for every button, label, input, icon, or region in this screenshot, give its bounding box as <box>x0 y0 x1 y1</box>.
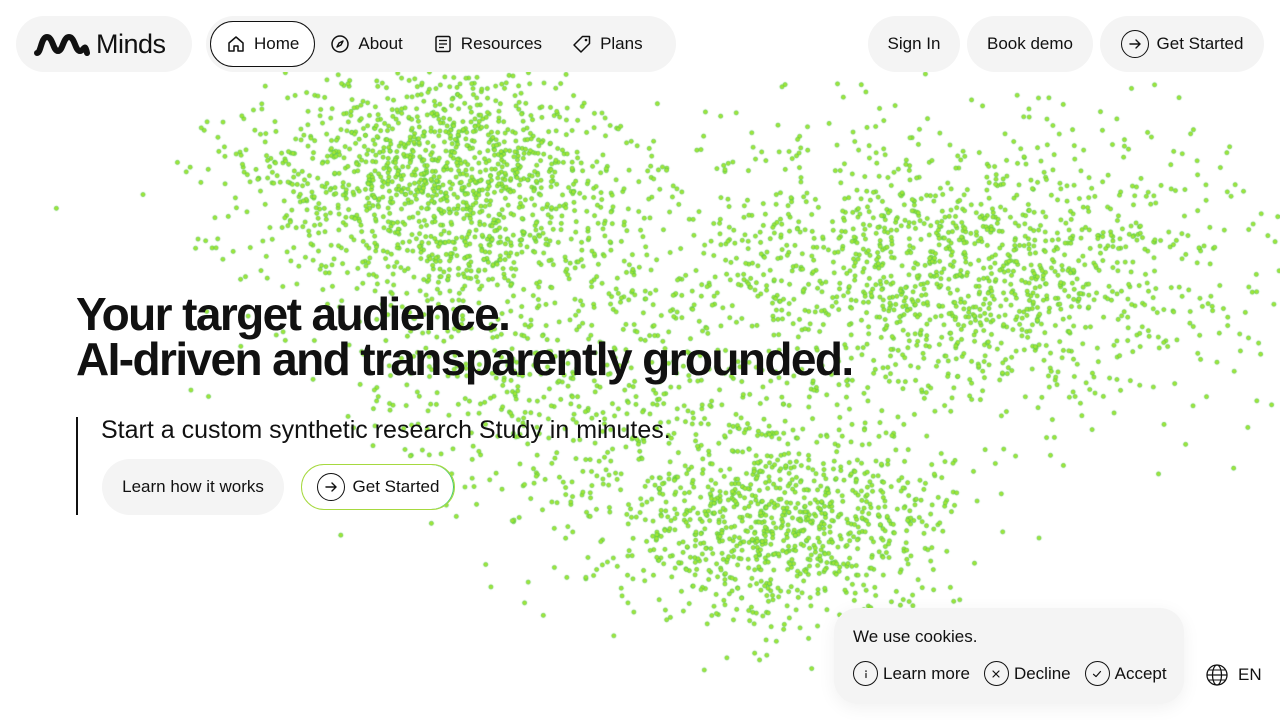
cookie-accept-button[interactable]: Accept <box>1084 661 1167 686</box>
cookie-banner: We use cookies. Learn more Decline Accep… <box>834 608 1184 704</box>
hero-title-line-2: AI-driven and transparently grounded. <box>76 333 854 385</box>
nav-item-plans[interactable]: Plans <box>557 21 658 67</box>
info-icon <box>853 661 878 686</box>
cookie-decline-label: Decline <box>1013 663 1071 683</box>
arrow-right-icon <box>1120 30 1149 58</box>
nav-item-home[interactable]: Home <box>210 21 316 67</box>
cookie-learn-more-button[interactable]: Learn more <box>853 661 970 686</box>
tag-icon <box>573 35 591 53</box>
learn-how-it-works-button[interactable]: Learn how it works <box>102 459 284 515</box>
hero-get-started-button[interactable]: Get Started <box>301 464 455 510</box>
language-label: EN <box>1238 665 1262 684</box>
brand-name: Minds <box>96 28 166 59</box>
hero-title: Your target audience. AI-driven and tran… <box>76 288 854 385</box>
get-started-label: Get Started <box>1156 34 1244 53</box>
hero-title-line-1: Your target audience. <box>76 288 511 340</box>
logo[interactable]: Minds <box>16 16 192 72</box>
nav-item-label: Plans <box>600 34 643 53</box>
home-icon <box>228 36 244 52</box>
sign-in-button[interactable]: Sign In <box>868 16 960 72</box>
close-icon <box>983 661 1009 686</box>
arrow-right-icon <box>316 473 345 501</box>
cookie-decline-button[interactable]: Decline <box>983 661 1071 686</box>
nav-item-label: Resources <box>460 34 543 53</box>
book-demo-button[interactable]: Book demo <box>967 16 1093 72</box>
nav-item-label: Home <box>254 34 300 53</box>
hero-subtitle: Start a custom synthetic research Study … <box>101 416 671 444</box>
compass-icon <box>331 35 350 53</box>
nav-item-about[interactable]: About <box>315 21 417 67</box>
cookie-accept-label: Accept <box>1114 663 1167 683</box>
globe-icon <box>1206 664 1228 686</box>
language-selector[interactable]: EN <box>1205 663 1262 687</box>
cookie-message: We use cookies. <box>853 627 978 646</box>
get-started-label: Get Started <box>352 477 440 496</box>
cookie-learn-more-label: Learn more <box>883 663 970 683</box>
main-nav: Home About Resources Plans <box>206 16 676 72</box>
nav-item-label: About <box>358 34 403 53</box>
header-get-started-button[interactable]: Get Started <box>1100 16 1264 72</box>
minds-logo-icon <box>34 34 90 56</box>
cookie-actions: Learn more Decline Accept <box>853 661 1181 686</box>
hero-divider <box>76 417 78 515</box>
document-icon <box>435 35 451 53</box>
check-icon <box>1084 661 1110 686</box>
nav-item-resources[interactable]: Resources <box>418 21 557 67</box>
